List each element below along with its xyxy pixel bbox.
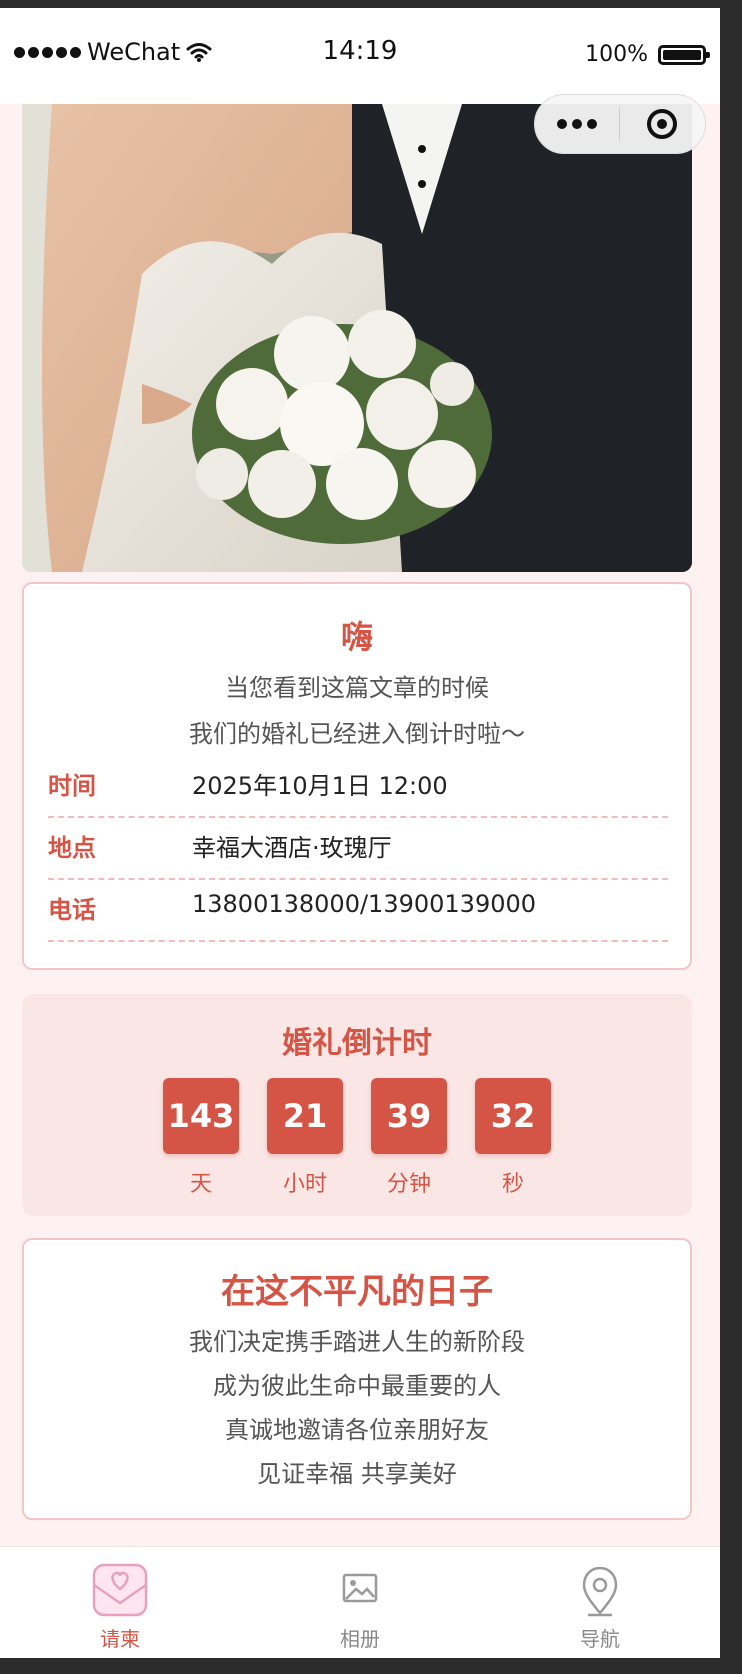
phone-screen: WeChat 14:19 100% 嗨 当您看到这篇文章的时候 我们的婚礼已经进… (0, 8, 720, 1658)
mini-program-capsule (534, 94, 706, 154)
countdown-unit: 分钟 (386, 1172, 431, 1197)
countdown-boxes: 143 天 21 小时 39 分钟 32 秒 (22, 1078, 692, 1198)
battery-percent: 100% (585, 42, 648, 67)
tab-bar: 请柬 相册 导航 (0, 1546, 720, 1658)
countdown-unit: 小时 (282, 1172, 327, 1197)
message-card: 在这不平凡的日子 我们决定携手踏进人生的新阶段 成为彼此生命中最重要的人 真诚地… (22, 1238, 692, 1520)
message-line: 成为彼此生命中最重要的人 (213, 1372, 501, 1400)
countdown-section: 婚礼倒计时 143 天 21 小时 39 分钟 32 秒 (22, 994, 692, 1216)
tab-album[interactable]: 相册 (240, 1547, 480, 1658)
close-target-icon (647, 109, 678, 139)
detail-row-phone[interactable]: 电话 13800138000/13900139000 (48, 880, 668, 942)
intro-line: 我们的婚礼已经进入倒计时啦～ (189, 720, 525, 748)
countdown-value: 21 (267, 1078, 343, 1154)
tab-navigation[interactable]: 导航 (480, 1547, 720, 1658)
message-line: 我们决定携手踏进人生的新阶段 (189, 1328, 525, 1356)
countdown-value: 32 (475, 1078, 551, 1154)
greeting: 嗨 (340, 618, 373, 656)
detail-row-time: 时间 2025年10月1日 12:00 (48, 756, 668, 818)
intro-line: 当您看到这篇文章的时候 (225, 674, 489, 702)
envelope-heart-icon (92, 1563, 148, 1617)
tab-label: 相册 (340, 1627, 380, 1651)
tab-label: 请柬 (100, 1627, 140, 1651)
countdown-unit: 天 (189, 1172, 212, 1197)
battery-area: 100% (585, 42, 710, 67)
detail-label: 时间 (48, 772, 96, 800)
battery-icon (658, 44, 710, 65)
countdown-days: 143 天 (163, 1078, 239, 1198)
detail-value: 2025年10月1日 12:00 (192, 772, 448, 800)
countdown-seconds: 32 秒 (475, 1078, 551, 1198)
tab-invitation[interactable]: 请柬 (0, 1547, 240, 1658)
message-title: 在这不平凡的日子 (221, 1272, 493, 1312)
countdown-value: 143 (163, 1078, 239, 1154)
detail-value[interactable]: 13800138000/13900139000 (192, 890, 536, 918)
detail-value: 幸福大酒店·玫瑰厅 (192, 834, 392, 862)
message-line: 真诚地邀请各位亲朋好友 (225, 1416, 489, 1444)
close-button[interactable] (620, 109, 706, 139)
more-menu-button[interactable] (535, 119, 619, 129)
countdown-minutes: 39 分钟 (371, 1078, 447, 1198)
countdown-title: 婚礼倒计时 (282, 1026, 432, 1061)
status-bar: WeChat 14:19 100% (0, 8, 720, 104)
detail-row-location: 地点 幸福大酒店·玫瑰厅 (48, 818, 668, 880)
invitation-card: 嗨 当您看到这篇文章的时候 我们的婚礼已经进入倒计时啦～ 时间 2025年10月… (22, 582, 692, 970)
countdown-hours: 21 小时 (267, 1078, 343, 1198)
location-pin-icon (582, 1566, 618, 1617)
message-line: 见证幸福 共享美好 (257, 1460, 457, 1488)
wedding-photo (22, 104, 692, 572)
detail-label: 电话 (48, 896, 96, 924)
tab-label: 导航 (580, 1627, 620, 1651)
image-icon (342, 1573, 378, 1603)
countdown-value: 39 (371, 1078, 447, 1154)
detail-label: 地点 (48, 834, 96, 862)
countdown-unit: 秒 (501, 1172, 524, 1197)
